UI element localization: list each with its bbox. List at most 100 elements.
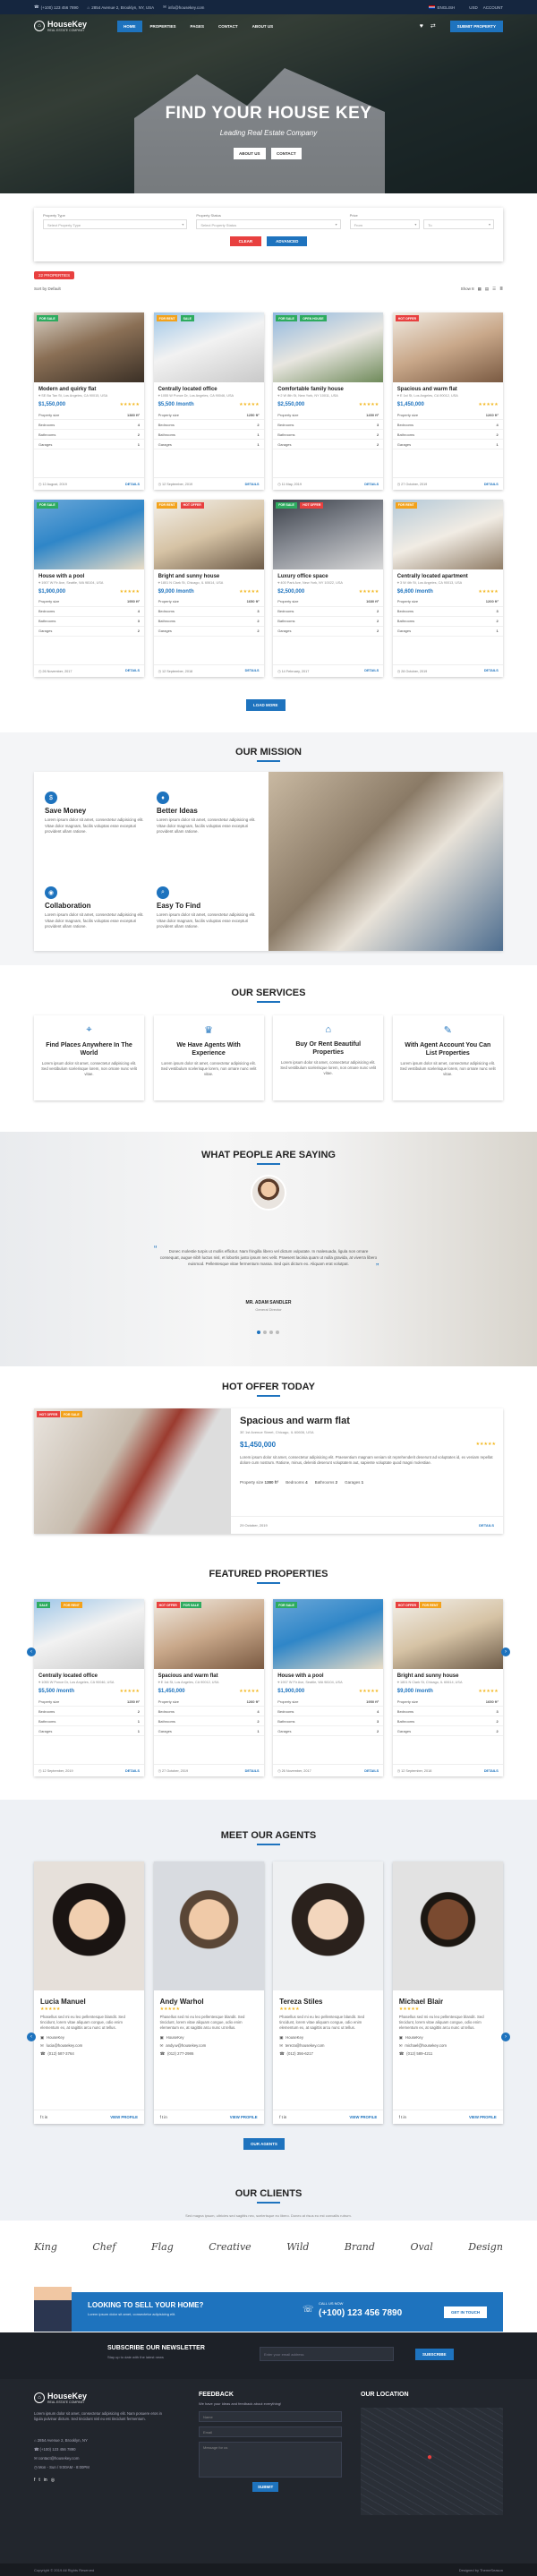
- twitter-icon[interactable]: t: [38, 2478, 39, 2483]
- footer-logo[interactable]: ⌂ HouseKey REAL ESTATE COMPANY: [34, 2392, 87, 2404]
- nav-contact[interactable]: CONTACT: [212, 21, 244, 32]
- details-button[interactable]: DETAILS: [245, 669, 260, 672]
- contact-button[interactable]: CONTACT: [271, 148, 302, 159]
- social-icons[interactable]: f t in: [40, 2115, 47, 2119]
- currency-select[interactable]: USD: [469, 5, 478, 10]
- property-title[interactable]: Bright and sunny house: [393, 1669, 503, 1681]
- nav-pages[interactable]: PAGES: [184, 21, 210, 32]
- footer-email[interactable]: ✉ contact@housekey.com: [34, 2454, 90, 2463]
- property-type-select[interactable]: Select Property Type: [43, 219, 188, 229]
- hot-offer-details-button[interactable]: DETAILS: [479, 1523, 494, 1528]
- property-card[interactable]: SALE FOR RENT Centrally located office ⌖ …: [34, 1599, 144, 1776]
- service-card[interactable]: ⌖ Find Places Anywhere In The World Lorem …: [34, 1015, 144, 1100]
- feedback-submit-button[interactable]: SUBMIT: [252, 2482, 279, 2492]
- nav-about[interactable]: ABOUT US: [246, 21, 280, 32]
- property-title[interactable]: House with a pool: [273, 1669, 383, 1681]
- client-logo[interactable]: King: [34, 2241, 57, 2253]
- property-card[interactable]: FOR SALE House with a pool ⌖ 1907 W Fir …: [273, 1599, 384, 1776]
- property-title[interactable]: House with a pool: [34, 569, 144, 581]
- property-image[interactable]: FOR SALE: [34, 499, 144, 569]
- agent-card[interactable]: Michael Blair ★★★★★ Phasellus sed mi eu l…: [392, 1861, 503, 2124]
- compare-icon[interactable]: ⇄: [430, 22, 436, 30]
- client-logo[interactable]: Brand: [345, 2241, 375, 2253]
- property-image[interactable]: FOR SALE OPEN HOUSE: [273, 312, 384, 382]
- property-title[interactable]: Bright and sunny house: [154, 569, 264, 581]
- nav-home[interactable]: HOME: [117, 20, 142, 32]
- property-image[interactable]: SALE FOR RENT: [34, 1599, 144, 1669]
- newsletter-email-input[interactable]: Enter your email address: [260, 2347, 394, 2361]
- nav-properties[interactable]: PROPERTIES: [144, 21, 183, 32]
- feedback-message-input[interactable]: Message for us: [199, 2442, 342, 2478]
- price-from-select[interactable]: From: [349, 219, 421, 229]
- view-profile-button[interactable]: VIEW PROFILE: [469, 2115, 497, 2119]
- sort-select[interactable]: Sort by Default: [34, 287, 61, 292]
- price-to-select[interactable]: To: [423, 219, 494, 229]
- property-card[interactable]: HOT OFFER Spacious and warm flat ⌖ E 1st…: [392, 312, 503, 490]
- client-logo[interactable]: Wild: [286, 2241, 309, 2253]
- testimonial-dots[interactable]: [257, 1331, 279, 1334]
- list-wide-icon[interactable]: ≣: [499, 287, 503, 292]
- details-button[interactable]: DETAILS: [245, 483, 260, 486]
- details-button[interactable]: DETAILS: [484, 669, 499, 672]
- property-card[interactable]: FOR SALE OPEN HOUSE Comfortable family ho…: [273, 312, 384, 490]
- carousel-prev-icon[interactable]: ‹: [27, 1647, 36, 1656]
- property-card[interactable]: FOR SALE HOT OFFER Luxury office space ⌖ …: [273, 499, 384, 677]
- feedback-email-input[interactable]: Email: [199, 2426, 342, 2437]
- social-icons[interactable]: f t in: [399, 2115, 406, 2119]
- property-image[interactable]: FOR RENT HOT OFFER: [153, 499, 264, 569]
- language-select[interactable]: ENGLISH: [429, 5, 455, 10]
- agent-phone[interactable]: ☎ (012) 277-2986: [154, 2050, 264, 2058]
- agent-photo[interactable]: [392, 1861, 503, 1990]
- grid-3-icon[interactable]: ▤: [485, 287, 489, 292]
- agent-name[interactable]: Tereza Stiles: [273, 1990, 383, 2007]
- property-image[interactable]: HOT OFFER FOR RENT: [392, 1599, 503, 1669]
- client-logo[interactable]: Flag: [151, 2241, 174, 2253]
- view-profile-button[interactable]: VIEW PROFILE: [230, 2115, 258, 2119]
- advanced-button[interactable]: ADVANCED: [267, 236, 308, 246]
- property-title[interactable]: Centrally located office: [34, 1669, 144, 1681]
- agent-photo[interactable]: [153, 1861, 264, 1990]
- property-image[interactable]: FOR SALE: [34, 312, 144, 382]
- agent-phone[interactable]: ☎ (012) 589-4211: [393, 2050, 503, 2058]
- property-image[interactable]: FOR SALE: [273, 1599, 384, 1669]
- grid-view-icon[interactable]: ▦: [478, 287, 482, 292]
- get-in-touch-button[interactable]: GET IN TOUCH: [444, 2306, 488, 2318]
- feedback-name-input[interactable]: Name: [199, 2411, 342, 2422]
- account-menu[interactable]: ACCOUNT: [483, 5, 503, 10]
- submit-property-button[interactable]: SUBMIT PROPERTY: [449, 20, 503, 32]
- view-profile-button[interactable]: VIEW PROFILE: [349, 2115, 377, 2119]
- agent-email[interactable]: ✉ michael@housekey.com: [393, 2041, 503, 2050]
- subscribe-button[interactable]: SUBSCRIBE: [415, 2349, 454, 2360]
- service-card[interactable]: ♛ We Have Agents With Experience Lorem ips…: [153, 1015, 264, 1100]
- property-title[interactable]: Luxury office space: [273, 569, 383, 581]
- property-title[interactable]: Spacious and warm flat: [154, 1669, 264, 1681]
- agent-photo[interactable]: [273, 1861, 384, 1990]
- carousel-next-icon[interactable]: ›: [501, 1647, 510, 1656]
- details-button[interactable]: DETAILS: [364, 669, 379, 672]
- service-card[interactable]: ✎ With Agent Account You Can List Propert…: [392, 1015, 503, 1100]
- details-button[interactable]: DETAILS: [364, 1769, 379, 1773]
- property-card[interactable]: FOR SALE Modern and quirky flat ⌖ SE Ba …: [34, 312, 144, 490]
- facebook-icon[interactable]: f: [34, 2478, 35, 2483]
- load-more-button[interactable]: LOAD MORE: [246, 699, 286, 711]
- agent-card[interactable]: Lucia Manuel ★★★★★ Phasellus sed mi eu le…: [34, 1861, 144, 2124]
- agent-name[interactable]: Lucia Manuel: [34, 1990, 144, 2007]
- social-icons[interactable]: f t in: [160, 2115, 167, 2119]
- agent-email[interactable]: ✉ tereza@housekey.com: [273, 2041, 383, 2050]
- service-card[interactable]: ⌂ Buy Or Rent Beautiful Properties Lorem i…: [273, 1015, 384, 1100]
- property-card[interactable]: FOR RENT HOT OFFER Bright and sunny house…: [153, 499, 264, 677]
- property-title[interactable]: Centrally located apartment: [393, 569, 503, 581]
- agent-name[interactable]: Michael Blair: [393, 1990, 503, 2007]
- our-agents-button[interactable]: OUR AGENTS: [243, 2138, 285, 2150]
- hot-offer-name[interactable]: Spacious and warm flat: [240, 1416, 350, 1426]
- details-button[interactable]: DETAILS: [484, 1769, 499, 1773]
- client-logo[interactable]: Oval: [410, 2241, 432, 2253]
- footer-phone[interactable]: ☎ (+100) 123 456 7890: [34, 2445, 90, 2454]
- details-button[interactable]: DETAILS: [484, 483, 499, 486]
- client-logo[interactable]: Design: [468, 2241, 503, 2253]
- social-icons[interactable]: f t in: [279, 2115, 286, 2119]
- agent-email[interactable]: ✉ andy.w@housekey.com: [154, 2041, 264, 2050]
- favorites-icon[interactable]: ♥: [420, 23, 423, 30]
- property-card[interactable]: HOT OFFER FOR SALE Spacious and warm flat…: [153, 1599, 264, 1776]
- property-card[interactable]: FOR RENT SALE Centrally located office ⌖ …: [153, 312, 264, 490]
